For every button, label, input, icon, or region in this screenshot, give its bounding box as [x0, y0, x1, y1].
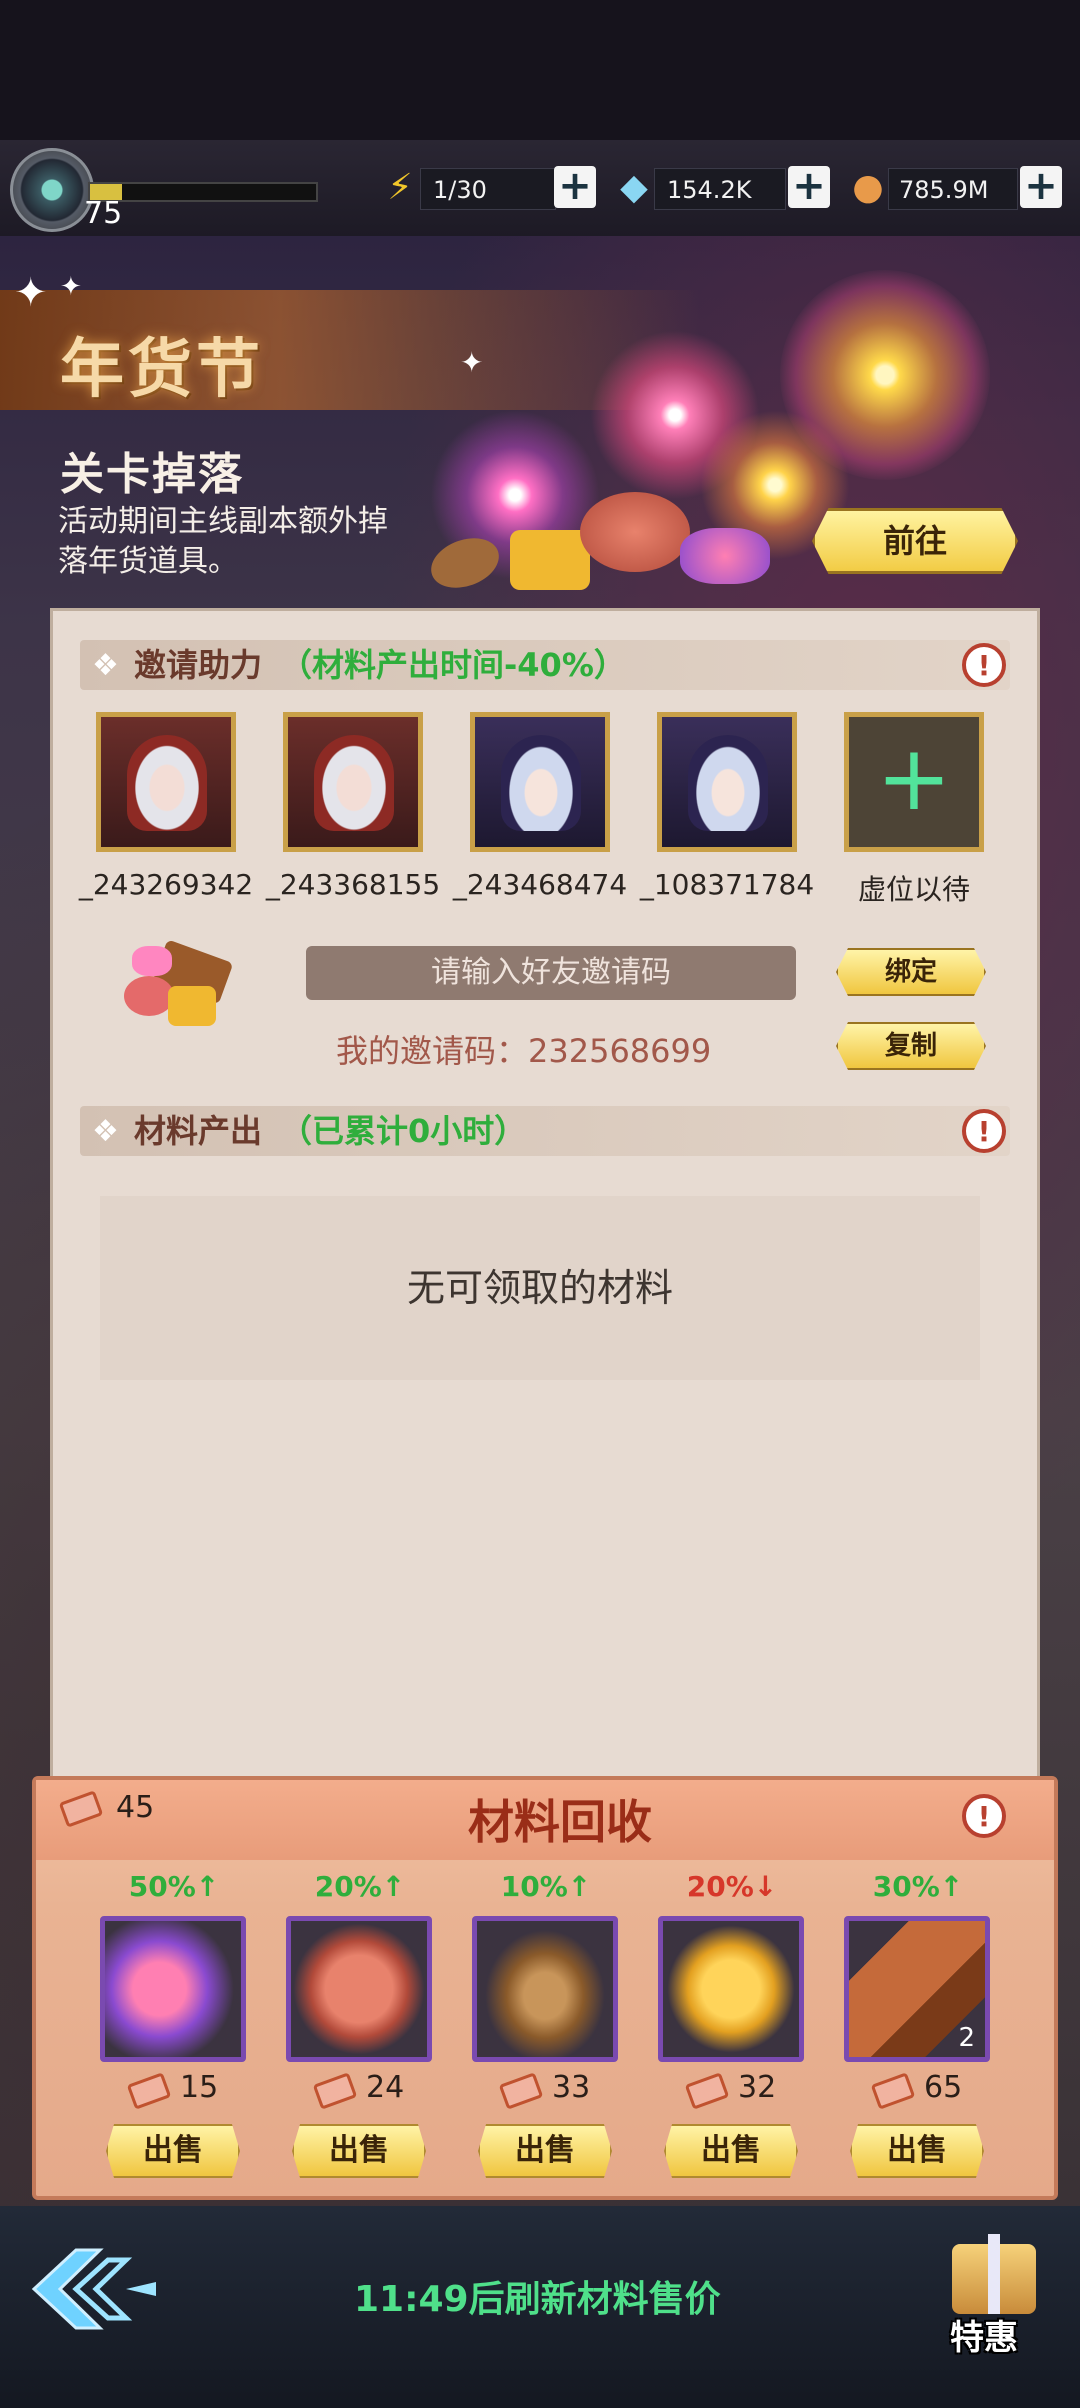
helper-name-2: _243368155 — [265, 868, 441, 901]
helper-name-4: _108371784 — [639, 868, 815, 901]
material-slot-2[interactable] — [286, 1916, 432, 2062]
price-change-5: 30%↑ — [872, 1870, 964, 1903]
experience-bar — [88, 182, 318, 202]
red-hood-portrait — [314, 735, 394, 831]
recycle-info-button[interactable]: ! — [962, 1794, 1006, 1838]
no-material-message: 无可领取的材料 — [100, 1196, 980, 1380]
sparkle-icon: ✦ — [60, 272, 82, 302]
sell-button-4[interactable]: 出售 — [664, 2124, 798, 2178]
add-coin-button[interactable]: + — [1020, 166, 1062, 208]
material-slot-1[interactable] — [100, 1916, 246, 2062]
invite-section-label: 邀请助力 — [134, 646, 263, 684]
special-offer-label: 特惠 — [950, 2318, 1018, 2358]
copy-button[interactable]: 复制 — [836, 1022, 986, 1070]
sparkle-icon: ✦ — [460, 346, 484, 379]
helper-avatar-4[interactable] — [657, 712, 797, 852]
ticket-count: 45 — [116, 1790, 155, 1825]
bind-button[interactable]: 绑定 — [836, 948, 986, 996]
goto-button[interactable]: 前往 — [812, 508, 1018, 574]
add-stamina-button[interactable]: + — [554, 166, 596, 208]
sparkle-icon: ✦ — [14, 270, 48, 316]
invite-code-input[interactable]: 请输入好友邀请码 — [306, 946, 796, 1000]
stage-drop-description: 活动期间主线副本额外掉落年货道具。 — [58, 504, 388, 579]
empty-slot-label: 虚位以待 — [857, 873, 970, 906]
coin-value: 785.9M — [888, 168, 1018, 210]
sell-price-2: 24 — [366, 2070, 405, 2105]
invite-section-bonus: （材料产出时间-40%） — [280, 646, 626, 684]
player-level: 75 — [84, 196, 123, 231]
diamond-value: 154.2K — [654, 168, 786, 210]
helper-avatar-3[interactable] — [470, 712, 610, 852]
helper-avatar-2[interactable] — [283, 712, 423, 852]
price-change-3: 10%↑ — [500, 1870, 592, 1903]
output-section-label: 材料产出 — [134, 1112, 263, 1150]
event-title: 年货节 — [60, 333, 264, 407]
helper-avatar-1[interactable] — [96, 712, 236, 852]
add-helper-slot[interactable]: + — [844, 712, 984, 852]
sell-button-2[interactable]: 出售 — [292, 2124, 426, 2178]
material-slot-4[interactable] — [658, 1916, 804, 2062]
price-change-1: 50%↑ — [128, 1870, 220, 1903]
output-info-button[interactable]: ! — [962, 1109, 1006, 1153]
back-arrow-icon[interactable] — [30, 2246, 160, 2332]
output-accumulated-hours: （已累计0小时） — [280, 1112, 527, 1150]
diamond-icon: ◆ — [620, 167, 648, 208]
player-level-badge[interactable] — [10, 148, 94, 232]
candy-icon — [680, 528, 770, 584]
witch-portrait — [688, 735, 768, 831]
helper-name-3: _243468474 — [452, 868, 628, 901]
honeycomb-icon — [510, 530, 590, 590]
fleur-icon: ❖ — [92, 648, 119, 683]
price-change-4: 20%↓ — [686, 1870, 778, 1903]
lightning-icon: ⚡ — [387, 167, 413, 208]
sell-button-1[interactable]: 出售 — [106, 2124, 240, 2178]
fleur-icon: ❖ — [92, 1114, 119, 1149]
ribbon-decoration — [988, 2234, 1000, 2314]
sell-price-1: 15 — [180, 2070, 219, 2105]
witch-portrait — [501, 735, 581, 831]
stamina-value: 1/30 — [420, 168, 556, 210]
sell-price-4: 32 — [738, 2070, 777, 2105]
stage-drop-title: 关卡掉落 — [60, 449, 244, 500]
coin-icon: ● — [852, 167, 884, 208]
material-slot-3[interactable] — [472, 1916, 618, 2062]
sell-price-3: 33 — [552, 2070, 591, 2105]
add-diamond-button[interactable]: + — [788, 166, 830, 208]
helper-name-1: _243269342 — [78, 868, 254, 901]
invite-info-button[interactable]: ! — [962, 643, 1006, 687]
sell-button-3[interactable]: 出售 — [478, 2124, 612, 2178]
material-count: 2 — [958, 2023, 975, 2053]
my-invite-code: 我的邀请码：232568699 — [336, 1032, 712, 1070]
gift-pile-icon — [118, 939, 238, 1036]
red-hood-portrait — [127, 735, 207, 831]
sell-price-5: 65 — [924, 2070, 963, 2105]
sell-button-5[interactable]: 出售 — [850, 2124, 984, 2178]
price-change-2: 20%↑ — [314, 1870, 406, 1903]
price-refresh-countdown: 11:49后刷新材料售价 — [354, 2279, 721, 2320]
material-slot-5[interactable]: 2 — [844, 1916, 990, 2062]
macaron-icon — [580, 492, 690, 572]
recycle-title: 材料回收 — [468, 1795, 652, 1849]
